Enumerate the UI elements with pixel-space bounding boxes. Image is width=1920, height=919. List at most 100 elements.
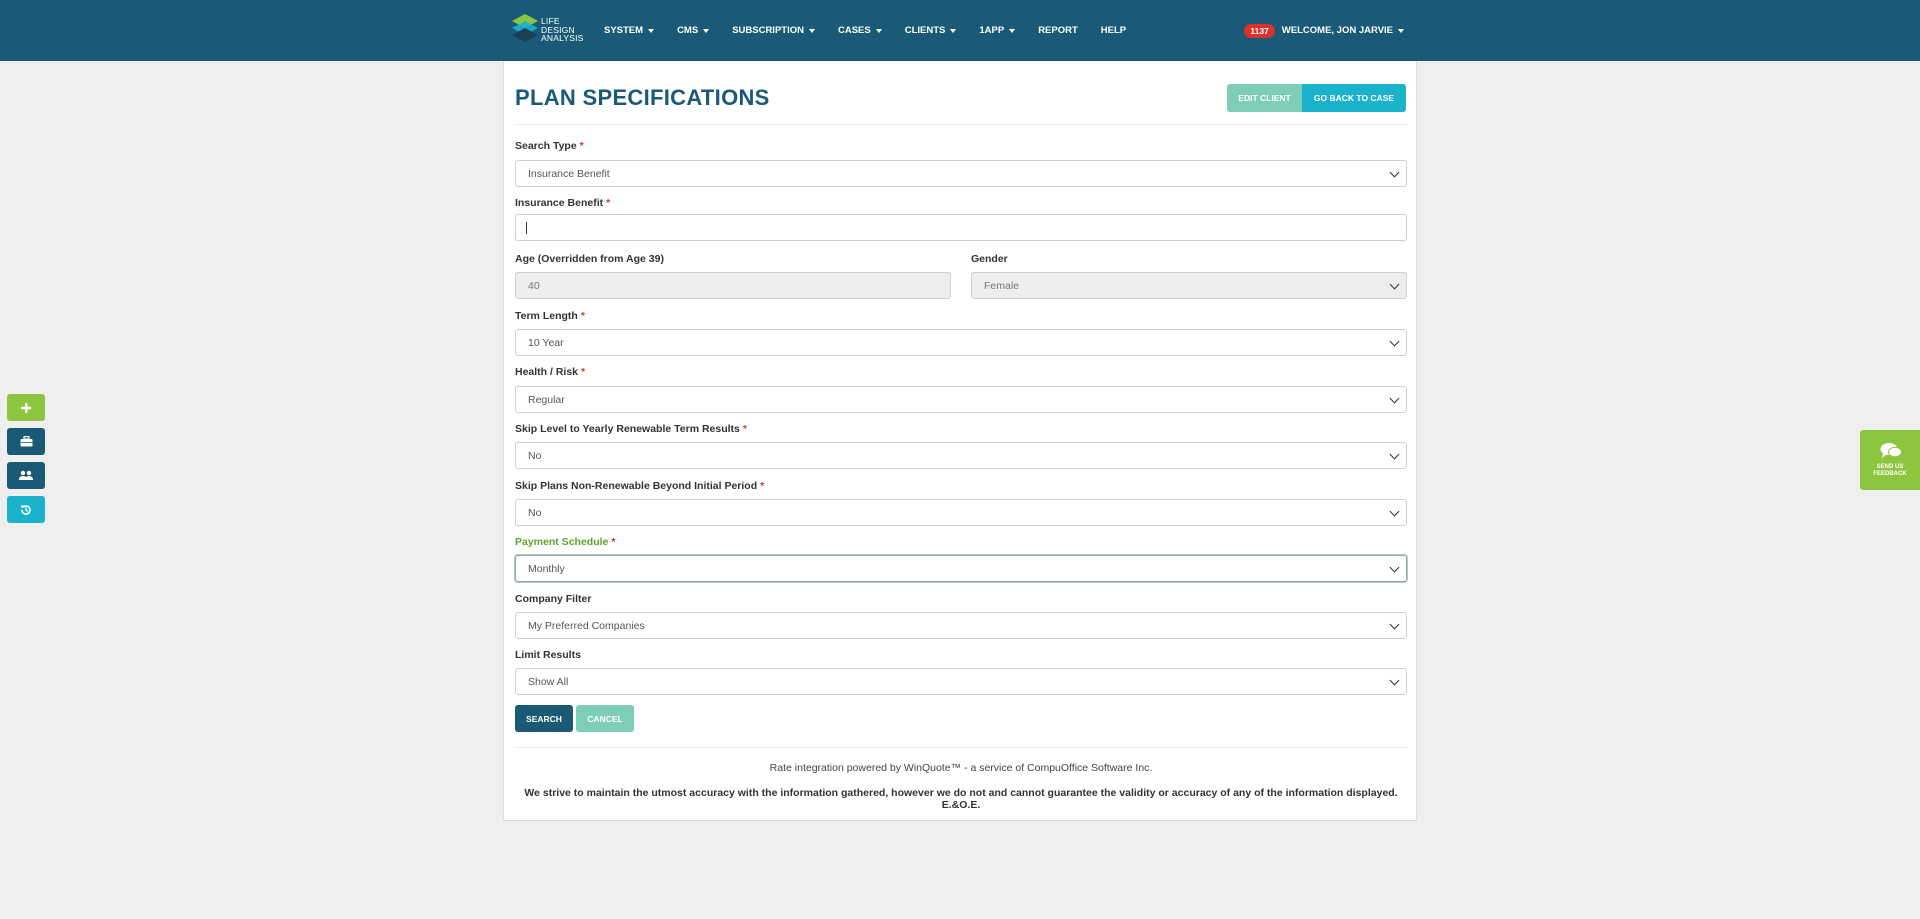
search-button[interactable]: SEARCH: [515, 705, 573, 732]
select-value: My Preferred Companies: [528, 619, 645, 632]
quick-history-button[interactable]: [7, 496, 45, 523]
label-text: Payment Schedule: [515, 536, 609, 548]
quick-clients-button[interactable]: [7, 462, 45, 489]
nav-1app[interactable]: 1APP: [979, 25, 1016, 36]
send-feedback-button[interactable]: SEND US FEEDBACK: [1860, 430, 1920, 490]
logo-text: LIFE DESIGN ANALYSIS: [541, 17, 584, 43]
search-type-select[interactable]: Insurance Benefit: [515, 160, 1407, 187]
required-mark: *: [581, 366, 586, 378]
users-icon: [19, 470, 33, 480]
label-text: Search Type: [515, 140, 577, 152]
required-mark: *: [580, 310, 585, 322]
nav-label: SUBSCRIPTION: [732, 25, 804, 36]
nav-system[interactable]: SYSTEM: [604, 25, 655, 36]
chevron-down-icon: [1389, 619, 1400, 630]
nav-cases[interactable]: CASES: [838, 25, 882, 36]
caret-down-icon: [875, 28, 882, 33]
chevron-down-icon: [1389, 675, 1400, 686]
chat-icon: [1880, 443, 1902, 458]
term-length-select[interactable]: 10 Year: [515, 329, 1407, 356]
nav-help[interactable]: HELP: [1101, 25, 1126, 36]
feedback-label: SEND US FEEDBACK: [1860, 464, 1920, 478]
select-value: Show All: [528, 675, 569, 688]
feedback-line-1: SEND US: [1876, 464, 1904, 470]
nav-label: CLIENTS: [904, 25, 946, 36]
navbar-container: LIFE DESIGN ANALYSIS SYSTEM CMS SUBSCRIP…: [502, 0, 1414, 61]
chevron-down-icon: [1389, 449, 1400, 460]
required-mark: *: [579, 140, 584, 152]
label-text: Insurance Benefit: [515, 197, 604, 209]
page-title: PLAN SPECIFICATIONS: [515, 85, 770, 110]
skip-level-select[interactable]: No: [515, 442, 1407, 469]
label-text: Term Length: [515, 310, 578, 322]
company-filter-label: Company Filter: [515, 593, 592, 605]
disclaimer: We strive to maintain the utmost accurac…: [524, 787, 1398, 811]
age-label: Age (Overridden from Age 39): [515, 253, 664, 265]
select-value: No: [528, 506, 542, 519]
cancel-button[interactable]: CANCEL: [576, 705, 634, 732]
text-cursor: [526, 222, 527, 234]
main-nav: SYSTEM CMS SUBSCRIPTION CASES CLIENTS 1A…: [604, 0, 1149, 61]
select-value: Insurance Benefit: [528, 167, 610, 180]
nav-clients[interactable]: CLIENTS: [905, 25, 957, 36]
required-mark: *: [611, 536, 616, 548]
top-navbar: LIFE DESIGN ANALYSIS SYSTEM CMS SUBSCRIP…: [0, 0, 1920, 61]
chevron-down-icon: [1389, 167, 1400, 178]
health-risk-select[interactable]: Regular: [515, 386, 1407, 413]
welcome-text: WELCOME, JON JARVIE: [1281, 25, 1393, 36]
search-type-label: Search Type *: [515, 140, 584, 152]
label-text: Skip Level to Yearly Renewable Term Resu…: [515, 423, 740, 435]
age-field: 40: [515, 272, 951, 299]
briefcase-icon: [20, 436, 32, 447]
history-icon: [20, 504, 31, 515]
quick-add-button[interactable]: [7, 394, 45, 421]
nav-label: REPORT: [1038, 25, 1078, 36]
select-value: 10 Year: [528, 336, 564, 349]
caret-down-icon: [1398, 28, 1404, 33]
payment-schedule-select[interactable]: Monthly: [515, 555, 1407, 582]
notification-badge[interactable]: 1137: [1244, 23, 1275, 38]
chevron-down-icon: [1389, 506, 1400, 517]
chevron-down-icon: [1389, 279, 1400, 290]
limit-results-select[interactable]: Show All: [515, 668, 1407, 695]
nav-label: CMS: [677, 25, 699, 36]
nav-cms[interactable]: CMS: [677, 25, 710, 36]
caret-down-icon: [648, 28, 655, 33]
nav-label: CASES: [837, 25, 871, 36]
nav-label: SYSTEM: [604, 25, 644, 36]
logo-line-3: ANALYSIS: [541, 33, 584, 43]
divider: [515, 124, 1407, 125]
select-value: Regular: [528, 393, 565, 406]
chevron-down-icon: [1389, 562, 1400, 573]
caret-down-icon: [950, 28, 957, 33]
required-mark: *: [606, 197, 611, 209]
insurance-benefit-input[interactable]: [515, 214, 1407, 241]
gender-label: Gender: [971, 253, 1008, 265]
nav-report[interactable]: REPORT: [1038, 25, 1078, 36]
logo[interactable]: LIFE DESIGN ANALYSIS: [512, 14, 592, 46]
chevron-down-icon: [1389, 336, 1400, 347]
label-text: Health / Risk: [515, 366, 579, 378]
logo-mark-icon: [512, 14, 538, 42]
gender-select: Female: [971, 272, 1407, 299]
user-area: 1137 WELCOME, JON JARVIE: [1244, 0, 1404, 61]
age-value: 40: [528, 279, 540, 292]
caret-down-icon: [1009, 28, 1016, 33]
edit-client-button[interactable]: EDIT CLIENT: [1227, 84, 1302, 112]
skip-level-label: Skip Level to Yearly Renewable Term Resu…: [515, 423, 747, 435]
select-value: Monthly: [528, 562, 565, 575]
quick-cases-button[interactable]: [7, 428, 45, 455]
user-menu[interactable]: WELCOME, JON JARVIE: [1282, 25, 1404, 36]
chevron-down-icon: [1389, 393, 1400, 404]
health-risk-label: Health / Risk *: [515, 366, 585, 378]
limit-results-label: Limit Results: [515, 649, 581, 661]
nav-subscription[interactable]: SUBSCRIPTION: [732, 25, 815, 36]
nav-label: HELP: [1100, 25, 1127, 36]
skip-plans-select[interactable]: No: [515, 499, 1407, 526]
company-filter-select[interactable]: My Preferred Companies: [515, 612, 1407, 639]
caret-down-icon: [808, 28, 815, 33]
plan-specifications-panel: PLAN SPECIFICATIONS EDIT CLIENT GO BACK …: [503, 61, 1417, 821]
label-text: Skip Plans Non-Renewable Beyond Initial …: [515, 480, 758, 492]
payment-schedule-label: Payment Schedule *: [515, 536, 615, 548]
go-back-to-case-button[interactable]: GO BACK TO CASE: [1302, 84, 1406, 112]
